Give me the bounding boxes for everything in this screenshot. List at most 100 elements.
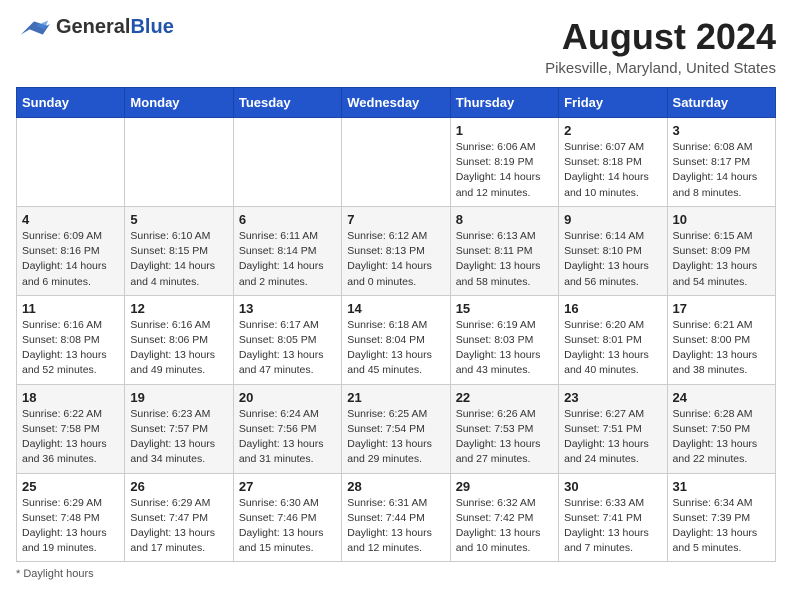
page-header: GeneralBlue August 2024 Pikesville, Mary… [16, 16, 776, 77]
calendar-cell: 30Sunrise: 6:33 AM Sunset: 7:41 PM Dayli… [559, 473, 667, 562]
logo-icon [16, 17, 52, 39]
calendar-week-row: 25 Sunrise: 6:29 AM Sunset: 7:48 PM Dayli… [17, 473, 776, 562]
day-info: Sunrise: 6:17 AM Sunset: 8:05 PM Dayligh… [239, 318, 336, 379]
calendar-cell: 3Sunrise: 6:08 AM Sunset: 8:17 PM Daylig… [667, 118, 775, 207]
calendar-cell: 20 Sunrise: 6:24 AM Sunset: 7:56 PM Dayli… [233, 384, 341, 473]
day-number: 5 [130, 212, 227, 227]
calendar-table: SundayMondayTuesdayWednesdayThursdayFrid… [16, 87, 776, 562]
month-year: August 2024 [545, 16, 776, 58]
day-info: Sunrise: 6:25 AM Sunset: 7:54 PM Dayligh… [347, 407, 444, 468]
calendar-cell: 8 Sunrise: 6:13 AM Sunset: 8:11 PM Daylig… [450, 206, 558, 295]
day-number: 8 [456, 212, 553, 227]
calendar-cell [342, 118, 450, 207]
calendar-header-wednesday: Wednesday [342, 88, 450, 118]
day-info: Sunrise: 6:29 AM Sunset: 7:47 PM Dayligh… [130, 496, 227, 557]
day-number: 7 [347, 212, 444, 227]
calendar-cell: 31 Sunrise: 6:34 AM Sunset: 7:39 PM Dayli… [667, 473, 775, 562]
day-info: Sunrise: 6:13 AM Sunset: 8:11 PM Dayligh… [456, 229, 553, 290]
day-info: Sunrise: 6:18 AM Sunset: 8:04 PM Dayligh… [347, 318, 444, 379]
day-info: Sunrise: 6:14 AM Sunset: 8:10 PM Dayligh… [564, 229, 661, 290]
day-number: 22 [456, 390, 553, 405]
day-number: 28 [347, 479, 444, 494]
calendar-cell: 28 Sunrise: 6:31 AM Sunset: 7:44 PM Dayli… [342, 473, 450, 562]
calendar-header-friday: Friday [559, 88, 667, 118]
calendar-cell: 15Sunrise: 6:19 AM Sunset: 8:03 PM Dayli… [450, 295, 558, 384]
calendar-cell: 16 Sunrise: 6:20 AM Sunset: 8:01 PM Dayli… [559, 295, 667, 384]
day-info: Sunrise: 6:28 AM Sunset: 7:50 PM Dayligh… [673, 407, 770, 468]
calendar-cell: 27 Sunrise: 6:30 AM Sunset: 7:46 PM Dayli… [233, 473, 341, 562]
calendar-cell: 6 Sunrise: 6:11 AM Sunset: 8:14 PM Daylig… [233, 206, 341, 295]
day-info: Sunrise: 6:31 AM Sunset: 7:44 PM Dayligh… [347, 496, 444, 557]
calendar-header-thursday: Thursday [450, 88, 558, 118]
day-number: 25 [22, 479, 119, 494]
calendar-cell: 23 Sunrise: 6:27 AM Sunset: 7:51 PM Dayli… [559, 384, 667, 473]
day-info: Sunrise: 6:19 AM Sunset: 8:03 PM Dayligh… [456, 318, 553, 379]
footer-text: Daylight hours [23, 568, 93, 580]
calendar-cell: 10 Sunrise: 6:15 AM Sunset: 8:09 PM Dayli… [667, 206, 775, 295]
calendar-cell: 4Sunrise: 6:09 AM Sunset: 8:16 PM Daylig… [17, 206, 125, 295]
day-number: 4 [22, 212, 119, 227]
calendar-cell: 25 Sunrise: 6:29 AM Sunset: 7:48 PM Dayli… [17, 473, 125, 562]
day-number: 16 [564, 301, 661, 316]
day-info: Sunrise: 6:16 AM Sunset: 8:08 PM Dayligh… [22, 318, 119, 379]
day-number: 20 [239, 390, 336, 405]
day-info: Sunrise: 6:26 AM Sunset: 7:53 PM Dayligh… [456, 407, 553, 468]
day-number: 27 [239, 479, 336, 494]
day-number: 23 [564, 390, 661, 405]
day-info: Sunrise: 6:22 AM Sunset: 7:58 PM Dayligh… [22, 407, 119, 468]
day-number: 11 [22, 301, 119, 316]
calendar-cell: 26 Sunrise: 6:29 AM Sunset: 7:47 PM Dayli… [125, 473, 233, 562]
calendar-cell: 17Sunrise: 6:21 AM Sunset: 8:00 PM Dayli… [667, 295, 775, 384]
day-info: Sunrise: 6:15 AM Sunset: 8:09 PM Dayligh… [673, 229, 770, 290]
title-block: August 2024 Pikesville, Maryland, United… [545, 16, 776, 77]
calendar-cell: 11 Sunrise: 6:16 AM Sunset: 8:08 PM Dayli… [17, 295, 125, 384]
day-number: 14 [347, 301, 444, 316]
day-info: Sunrise: 6:32 AM Sunset: 7:42 PM Dayligh… [456, 496, 553, 557]
logo-general: General [56, 16, 130, 38]
calendar-cell: 18 Sunrise: 6:22 AM Sunset: 7:58 PM Dayli… [17, 384, 125, 473]
day-number: 9 [564, 212, 661, 227]
day-info: Sunrise: 6:23 AM Sunset: 7:57 PM Dayligh… [130, 407, 227, 468]
day-number: 6 [239, 212, 336, 227]
day-info: Sunrise: 6:29 AM Sunset: 7:48 PM Dayligh… [22, 496, 119, 557]
day-number: 1 [456, 123, 553, 138]
calendar-cell: 24 Sunrise: 6:28 AM Sunset: 7:50 PM Dayli… [667, 384, 775, 473]
day-number: 10 [673, 212, 770, 227]
day-number: 30 [564, 479, 661, 494]
calendar-cell: 2Sunrise: 6:07 AM Sunset: 8:18 PM Daylig… [559, 118, 667, 207]
day-info: Sunrise: 6:27 AM Sunset: 7:51 PM Dayligh… [564, 407, 661, 468]
day-info: Sunrise: 6:24 AM Sunset: 7:56 PM Dayligh… [239, 407, 336, 468]
day-number: 3 [673, 123, 770, 138]
day-info: Sunrise: 6:34 AM Sunset: 7:39 PM Dayligh… [673, 496, 770, 557]
calendar-cell: 29 Sunrise: 6:32 AM Sunset: 7:42 PM Dayli… [450, 473, 558, 562]
day-number: 31 [673, 479, 770, 494]
calendar-cell: 14 Sunrise: 6:18 AM Sunset: 8:04 PM Dayli… [342, 295, 450, 384]
logo-blue: Blue [130, 16, 173, 38]
location: Pikesville, Maryland, United States [545, 60, 776, 77]
day-info: Sunrise: 6:12 AM Sunset: 8:13 PM Dayligh… [347, 229, 444, 290]
day-number: 19 [130, 390, 227, 405]
day-info: Sunrise: 6:11 AM Sunset: 8:14 PM Dayligh… [239, 229, 336, 290]
logo: GeneralBlue [16, 16, 174, 39]
day-number: 12 [130, 301, 227, 316]
day-number: 18 [22, 390, 119, 405]
day-info: Sunrise: 6:16 AM Sunset: 8:06 PM Dayligh… [130, 318, 227, 379]
calendar-cell: 7 Sunrise: 6:12 AM Sunset: 8:13 PM Daylig… [342, 206, 450, 295]
day-info: Sunrise: 6:06 AM Sunset: 8:19 PM Dayligh… [456, 140, 553, 201]
day-info: Sunrise: 6:20 AM Sunset: 8:01 PM Dayligh… [564, 318, 661, 379]
day-number: 24 [673, 390, 770, 405]
calendar-cell [125, 118, 233, 207]
day-info: Sunrise: 6:21 AM Sunset: 8:00 PM Dayligh… [673, 318, 770, 379]
day-number: 2 [564, 123, 661, 138]
calendar-header-sunday: Sunday [17, 88, 125, 118]
calendar-cell: 1 Sunrise: 6:06 AM Sunset: 8:19 PM Daylig… [450, 118, 558, 207]
day-info: Sunrise: 6:30 AM Sunset: 7:46 PM Dayligh… [239, 496, 336, 557]
day-number: 29 [456, 479, 553, 494]
calendar-week-row: 18 Sunrise: 6:22 AM Sunset: 7:58 PM Dayli… [17, 384, 776, 473]
calendar-cell: 12 Sunrise: 6:16 AM Sunset: 8:06 PM Dayli… [125, 295, 233, 384]
calendar-cell: 19 Sunrise: 6:23 AM Sunset: 7:57 PM Dayli… [125, 384, 233, 473]
day-number: 26 [130, 479, 227, 494]
calendar-header-monday: Monday [125, 88, 233, 118]
calendar-cell: 5Sunrise: 6:10 AM Sunset: 8:15 PM Daylig… [125, 206, 233, 295]
day-number: 21 [347, 390, 444, 405]
